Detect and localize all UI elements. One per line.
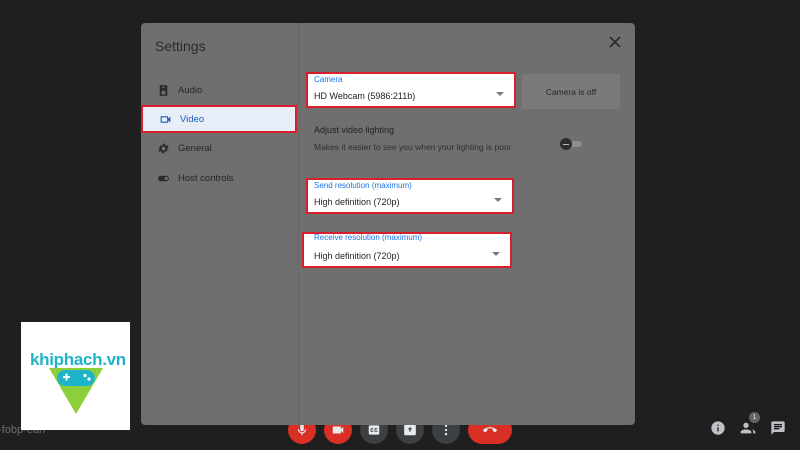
hang-up-icon [483,427,497,433]
gamepad-logo-icon [49,368,103,414]
more-vert-icon [444,424,448,436]
send-resolution-select[interactable]: Send resolution (maximum) High definitio… [306,178,514,214]
nav-item-label: General [178,142,212,154]
toggle-icon [156,171,170,185]
people-icon[interactable] [740,420,756,436]
camera-preview: Camera is off [522,74,620,109]
chevron-down-icon [494,198,502,202]
present-icon [404,424,416,436]
settings-dialog: Settings Audio Video General Host contro… [141,23,635,425]
nav-item-label: Audio [178,84,203,96]
nav-item-audio[interactable]: Audio [141,75,299,105]
receive-resolution-select[interactable]: Receive resolution (maximum) High defini… [302,232,512,268]
nav-item-video[interactable]: Video [141,105,297,133]
receive-resolution-label: Receive resolution (maximum) [314,233,423,242]
right-toolbar [710,420,786,436]
nav-item-host-controls[interactable]: Host controls [141,163,299,193]
lighting-title: Adjust video lighting [314,125,395,135]
nav-item-label: Video [180,113,205,125]
video-camera-icon [158,112,172,126]
receive-resolution-value: High definition (720p) [314,251,400,261]
nav-item-label: Host controls [178,172,234,184]
dialog-title: Settings [155,38,206,54]
mic-off-icon [297,424,307,436]
lighting-toggle[interactable] [560,138,582,150]
info-icon[interactable] [710,420,726,436]
send-resolution-value: High definition (720p) [314,197,400,207]
chevron-down-icon [496,92,504,96]
captions-icon [368,425,380,435]
lighting-description: Makes it easier to see you when your lig… [314,142,512,152]
watermark-logo: khiphach.vn [21,322,130,430]
gear-icon [156,141,170,155]
camera-select-label: Camera [314,75,343,84]
video-settings-panel: Camera HD Webcam (5986:211b) Camera is o… [300,23,635,425]
speaker-icon [156,83,170,97]
camera-select-value: HD Webcam (5986:211b) [314,91,416,101]
chevron-down-icon [492,252,500,256]
send-resolution-label: Send resolution (maximum) [314,181,412,190]
camera-select[interactable]: Camera HD Webcam (5986:211b) [306,72,516,108]
settings-sidebar: Settings Audio Video General Host contro… [141,23,299,425]
toggle-knob [560,138,572,150]
settings-nav: Audio Video General Host controls [141,75,299,193]
chat-icon[interactable] [770,420,786,436]
nav-item-general[interactable]: General [141,133,299,163]
camera-off-icon [332,426,344,434]
